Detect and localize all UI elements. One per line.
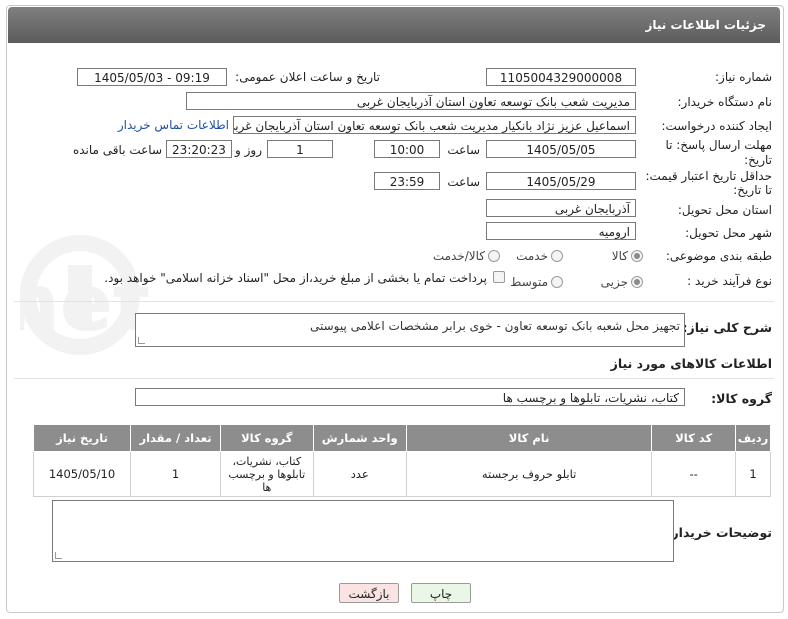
price-deadline-label-1: حداقل تاریخ اعتبار قیمت: [645, 169, 772, 183]
col-qty: تعداد / مقدار [130, 424, 222, 452]
cell-code: -- [651, 451, 737, 497]
divider [14, 378, 774, 379]
page-title: جزئیات اطلاعات نیاز [645, 18, 766, 32]
buyer-notes-label: توضیحات خریدار: [666, 525, 772, 540]
resize-grip-icon[interactable] [138, 337, 145, 344]
description-textarea[interactable]: تجهیز محل شعبه بانک توسعه تعاون - خوی بر… [135, 313, 685, 347]
category-radio-goods[interactable] [631, 250, 643, 262]
reply-time-field: 10:00 [374, 140, 440, 158]
province-label: استان محل تحویل: [677, 203, 772, 217]
cell-unit: عدد [312, 451, 407, 497]
goods-table: ردیف کد کالا نام کالا واحد شمارش گروه کا… [32, 424, 771, 497]
table-header-row: ردیف کد کالا نام کالا واحد شمارش گروه کا… [32, 424, 771, 452]
cell-row: 1 [735, 451, 771, 497]
process-option-minor: جزیی [600, 275, 628, 289]
price-time-label: ساعت [447, 175, 480, 189]
description-text: تجهیز محل شعبه بانک توسعه تعاون - خوی بر… [309, 319, 680, 333]
city-label: شهر محل تحویل: [685, 226, 772, 240]
cell-qty: 1 [130, 451, 222, 497]
col-unit: واحد شمارش [312, 424, 407, 452]
goods-section-title: اطلاعات کالاهای مورد نیاز [610, 356, 772, 371]
category-option-service: خدمت [516, 249, 548, 263]
remaining-time-label: ساعت باقی مانده [72, 143, 162, 157]
reply-deadline-label-1: مهلت ارسال پاسخ: تا [665, 138, 772, 152]
page-header: جزئیات اطلاعات نیاز [8, 7, 780, 43]
price-time-field: 23:59 [374, 172, 440, 190]
col-code: کد کالا [651, 424, 737, 452]
col-date: تاریخ نیاز [32, 424, 132, 452]
col-group: گروه کالا [220, 424, 314, 452]
process-radio-minor[interactable] [631, 276, 643, 288]
print-button[interactable]: چاپ [411, 583, 471, 603]
process-label: نوع فرآیند خرید : [687, 274, 772, 288]
goods-group-field: کتاب، نشریات، تابلوها و برچسب ها [135, 388, 685, 406]
resize-grip-icon[interactable] [55, 552, 62, 559]
goods-group-label: گروه کالا: [711, 391, 772, 406]
description-label: شرح کلی نیاز: [682, 320, 772, 335]
buyer-contact-link[interactable]: اطلاعات تماس خریدار [118, 118, 229, 132]
cell-name: تابلو حروف برجسته [405, 451, 653, 497]
treasury-payment-note: پرداخت تمام یا بخشی از مبلغ خرید،از محل … [104, 271, 487, 285]
category-radio-service[interactable] [551, 250, 563, 262]
category-option-goods: کالا [611, 249, 628, 263]
treasury-payment-checkbox[interactable] [493, 271, 505, 283]
price-date-field: 1405/05/29 [486, 172, 636, 190]
cell-group: کتاب، نشریات، تابلوها و برچسب ها [220, 451, 314, 497]
days-field: 1 [267, 140, 333, 158]
announce-label: تاریخ و ساعت اعلان عمومی: [235, 70, 380, 84]
reply-time-label: ساعت [447, 143, 480, 157]
table-row: 1 -- تابلو حروف برجسته عدد کتاب، نشریات،… [32, 451, 771, 497]
process-option-medium: متوسط [510, 275, 548, 289]
category-label: طبقه بندی موضوعی: [665, 249, 772, 263]
col-name: نام کالا [405, 424, 653, 452]
price-deadline-label-2: تا تاریخ: [733, 183, 772, 197]
back-button[interactable]: بازگشت [339, 583, 399, 603]
divider [14, 301, 774, 302]
buyer-org-field: مدیریت شعب بانک توسعه تعاون استان آذربای… [186, 92, 636, 110]
cell-date: 1405/05/10 [32, 451, 132, 497]
remaining-time-field: 23:20:23 [166, 140, 232, 158]
category-option-goods-service: کالا/خدمت [432, 249, 485, 263]
buyer-notes-textarea[interactable] [52, 500, 674, 562]
col-row: ردیف [735, 424, 771, 452]
province-field: آذربایجان غربی [486, 199, 636, 217]
creator-field: اسماعیل عزیز نژاد بانکیار مدیریت شعب بان… [233, 116, 636, 134]
process-radio-medium[interactable] [551, 276, 563, 288]
creator-label: ایجاد کننده درخواست: [661, 119, 772, 133]
category-radio-goods-service[interactable] [488, 250, 500, 262]
days-label: روز و [235, 143, 262, 157]
reply-date-field: 1405/05/05 [486, 140, 636, 158]
city-field: ارومیه [486, 222, 636, 240]
announce-field: 1405/05/03 - 09:19 [77, 68, 227, 86]
buyer-org-label: نام دستگاه خریدار: [677, 95, 773, 109]
need-number-field: 1105004329000008 [486, 68, 636, 86]
need-number-label: شماره نیاز: [715, 70, 772, 84]
reply-deadline-label-2: تاریخ: [744, 153, 772, 167]
